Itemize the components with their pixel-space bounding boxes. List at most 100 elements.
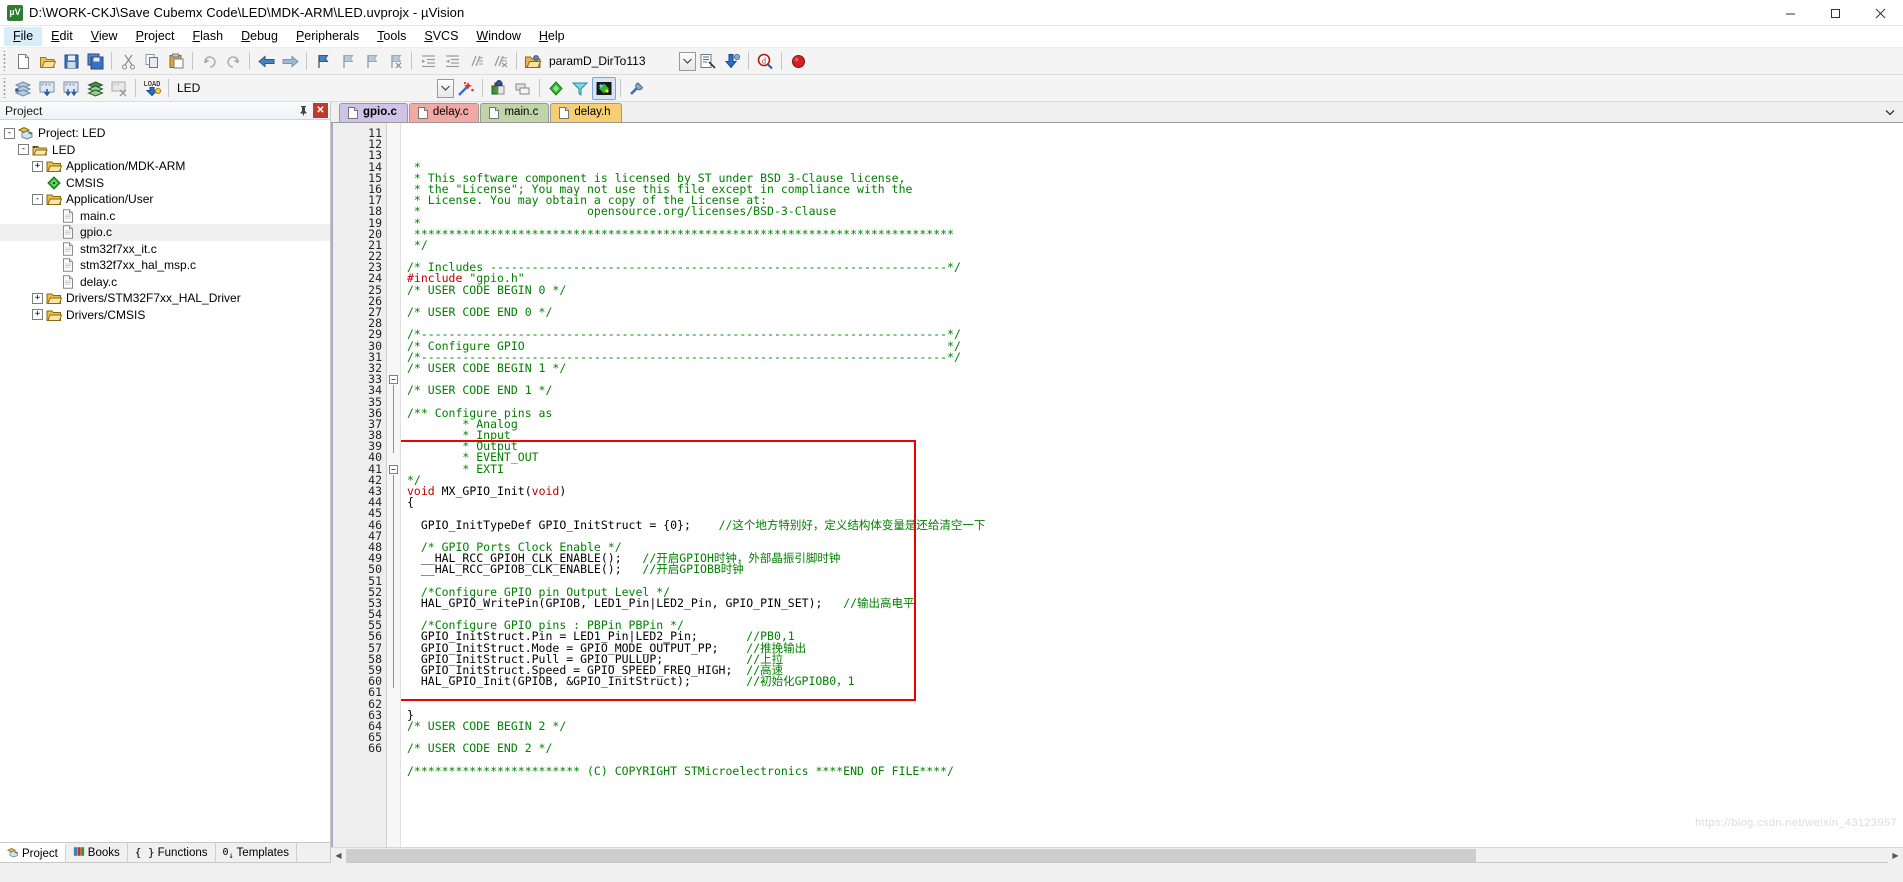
collapse-icon[interactable]: - bbox=[18, 144, 29, 156]
close-icon[interactable]: ✕ bbox=[313, 103, 328, 118]
manage-runtime-icon[interactable] bbox=[568, 77, 592, 100]
tree-item-delay-c[interactable]: delay.c bbox=[0, 274, 330, 291]
collapse-icon[interactable]: - bbox=[4, 127, 15, 139]
batch-build-icon[interactable] bbox=[83, 77, 107, 100]
close-icon[interactable] bbox=[1858, 0, 1903, 26]
pane-tab-books[interactable]: Books bbox=[66, 843, 128, 862]
menu-item-svcs[interactable]: SVCS bbox=[415, 27, 467, 46]
pane-tab-project[interactable]: Project bbox=[0, 843, 66, 862]
target-selector[interactable]: paramD_DirTo113 bbox=[545, 51, 675, 71]
tree-item-gpio-c[interactable]: gpio.c bbox=[0, 224, 330, 241]
pane-tab-label: Templates bbox=[236, 846, 289, 859]
tabstrip-overflow-chevron-down-icon[interactable] bbox=[1885, 108, 1895, 119]
navigate-forward-icon[interactable] bbox=[278, 50, 302, 73]
download-icon[interactable] bbox=[720, 50, 744, 73]
menu-item-window[interactable]: Window bbox=[467, 27, 529, 46]
start-debug-icon[interactable] bbox=[786, 50, 810, 73]
toolbar-grip[interactable] bbox=[2, 78, 8, 98]
translate-icon[interactable] bbox=[11, 77, 35, 100]
comment-icon[interactable] bbox=[464, 50, 488, 73]
menu-item-project[interactable]: Project bbox=[127, 27, 184, 46]
menu-item-debug[interactable]: Debug bbox=[232, 27, 287, 46]
rebuild-icon[interactable] bbox=[59, 77, 83, 100]
bookmark-prev-icon[interactable] bbox=[335, 50, 359, 73]
code-text[interactable]: * * This software component is licensed … bbox=[401, 123, 1903, 847]
undo-icon[interactable] bbox=[197, 50, 221, 73]
target-options-folder-icon[interactable] bbox=[521, 50, 545, 73]
collapse-icon[interactable]: - bbox=[32, 193, 43, 205]
menu-item-edit[interactable]: Edit bbox=[42, 27, 82, 46]
find-in-files-icon[interactable]: d bbox=[753, 50, 777, 73]
cut-icon[interactable] bbox=[116, 50, 140, 73]
menu-item-flash[interactable]: Flash bbox=[184, 27, 233, 46]
new-file-icon[interactable] bbox=[11, 50, 35, 73]
tree-item-stm32f7xx-it-c[interactable]: stm32f7xx_it.c bbox=[0, 241, 330, 258]
editor-tab-main-c[interactable]: main.c bbox=[480, 103, 550, 122]
tree-item-project-led[interactable]: - Project: LED bbox=[0, 125, 330, 142]
save-icon[interactable] bbox=[59, 50, 83, 73]
folder-icon bbox=[46, 159, 63, 173]
maximize-icon[interactable] bbox=[1813, 0, 1858, 26]
menu-item-tools[interactable]: Tools bbox=[368, 27, 415, 46]
tree-item-stm32f7xx-hal-msp-c[interactable]: stm32f7xx_hal_msp.c bbox=[0, 257, 330, 274]
project-tree[interactable]: - Project: LED - LED + Application/MDK-ARM CMS… bbox=[0, 120, 330, 842]
navigate-back-icon[interactable] bbox=[254, 50, 278, 73]
stop-build-icon[interactable] bbox=[107, 77, 131, 100]
bookmark-next-icon[interactable] bbox=[359, 50, 383, 73]
target-options-icon[interactable] bbox=[696, 50, 720, 73]
manage-project-items-icon[interactable] bbox=[487, 77, 511, 100]
editor-tab-delay-c[interactable]: delay.c bbox=[408, 103, 480, 122]
toolbar-grip[interactable] bbox=[2, 51, 8, 71]
copy-icon[interactable] bbox=[140, 50, 164, 73]
pane-tab-templates[interactable]: 0↓ Templates bbox=[216, 843, 297, 862]
redo-icon[interactable] bbox=[221, 50, 245, 73]
paste-icon[interactable] bbox=[164, 50, 188, 73]
minimize-icon[interactable] bbox=[1768, 0, 1813, 26]
tree-item-drivers-cmsis[interactable]: + Drivers/CMSIS bbox=[0, 307, 330, 324]
project-dropdown-chevron-down-icon[interactable] bbox=[437, 78, 454, 98]
scroll-left-icon[interactable]: ◀ bbox=[331, 847, 346, 863]
save-all-icon[interactable] bbox=[83, 50, 107, 73]
editor-tab-gpio-c[interactable]: gpio.c bbox=[339, 103, 408, 122]
expand-icon[interactable]: + bbox=[32, 309, 43, 321]
cmsis-icon[interactable] bbox=[592, 76, 616, 100]
menu-item-file[interactable]: File bbox=[4, 27, 43, 46]
menu-item-peripherals[interactable]: Peripherals bbox=[287, 27, 368, 46]
bookmark-clear-icon[interactable] bbox=[383, 50, 407, 73]
uncomment-icon[interactable] bbox=[488, 50, 512, 73]
scroll-right-icon[interactable]: ▶ bbox=[1888, 847, 1903, 863]
tree-item-application-mdk-arm[interactable]: + Application/MDK-ARM bbox=[0, 158, 330, 175]
target-dropdown-chevron-down-icon[interactable] bbox=[679, 51, 696, 71]
code-editor[interactable]: 11 12 13 14 15 16 17 18 19 20 21 22 23 24 25 26 27 28 29 30… bbox=[331, 123, 1903, 847]
fold-toggle-icon[interactable]: − bbox=[389, 465, 398, 474]
code-folding-column[interactable]: − − bbox=[387, 123, 401, 847]
tree-item-cmsis[interactable]: CMSIS bbox=[0, 175, 330, 192]
editor-tab-delay-h[interactable]: delay.h bbox=[550, 103, 622, 122]
load-icon[interactable]: LOAD bbox=[140, 77, 164, 100]
settings-wrench-icon[interactable] bbox=[625, 77, 649, 100]
configuration-wizard-icon[interactable] bbox=[454, 77, 478, 100]
code-token: //开启GPIOBB时钟 bbox=[642, 562, 744, 577]
toolbar-separator bbox=[539, 79, 540, 97]
expand-icon[interactable]: + bbox=[32, 292, 43, 304]
indent-icon[interactable] bbox=[416, 50, 440, 73]
pin-icon[interactable] bbox=[296, 103, 311, 118]
tree-item-drivers-stm32f7xx-hal-driver[interactable]: + Drivers/STM32F7xx_HAL_Driver bbox=[0, 290, 330, 307]
project-selector[interactable]: LED bbox=[173, 78, 303, 98]
outdent-icon[interactable] bbox=[440, 50, 464, 73]
build-icon[interactable] bbox=[35, 77, 59, 100]
tree-item-application-user[interactable]: - Application/User bbox=[0, 191, 330, 208]
pane-tab-functions[interactable]: { } Functions bbox=[128, 843, 216, 862]
open-file-icon[interactable] bbox=[35, 50, 59, 73]
tree-item-led[interactable]: - LED bbox=[0, 142, 330, 159]
multi-project-icon[interactable] bbox=[511, 77, 535, 100]
editor-horizontal-scrollbar[interactable]: ◀ ▶ bbox=[331, 847, 1903, 863]
fold-toggle-icon[interactable]: − bbox=[389, 375, 398, 385]
menu-item-help[interactable]: Help bbox=[530, 27, 574, 46]
tree-item-main-c[interactable]: main.c bbox=[0, 208, 330, 225]
bookmark-toggle-icon[interactable] bbox=[311, 50, 335, 73]
menu-item-view[interactable]: View bbox=[82, 27, 127, 46]
expand-icon[interactable]: + bbox=[32, 160, 43, 172]
scrollbar-thumb[interactable] bbox=[346, 849, 1476, 862]
pack-installer-icon[interactable] bbox=[544, 77, 568, 100]
